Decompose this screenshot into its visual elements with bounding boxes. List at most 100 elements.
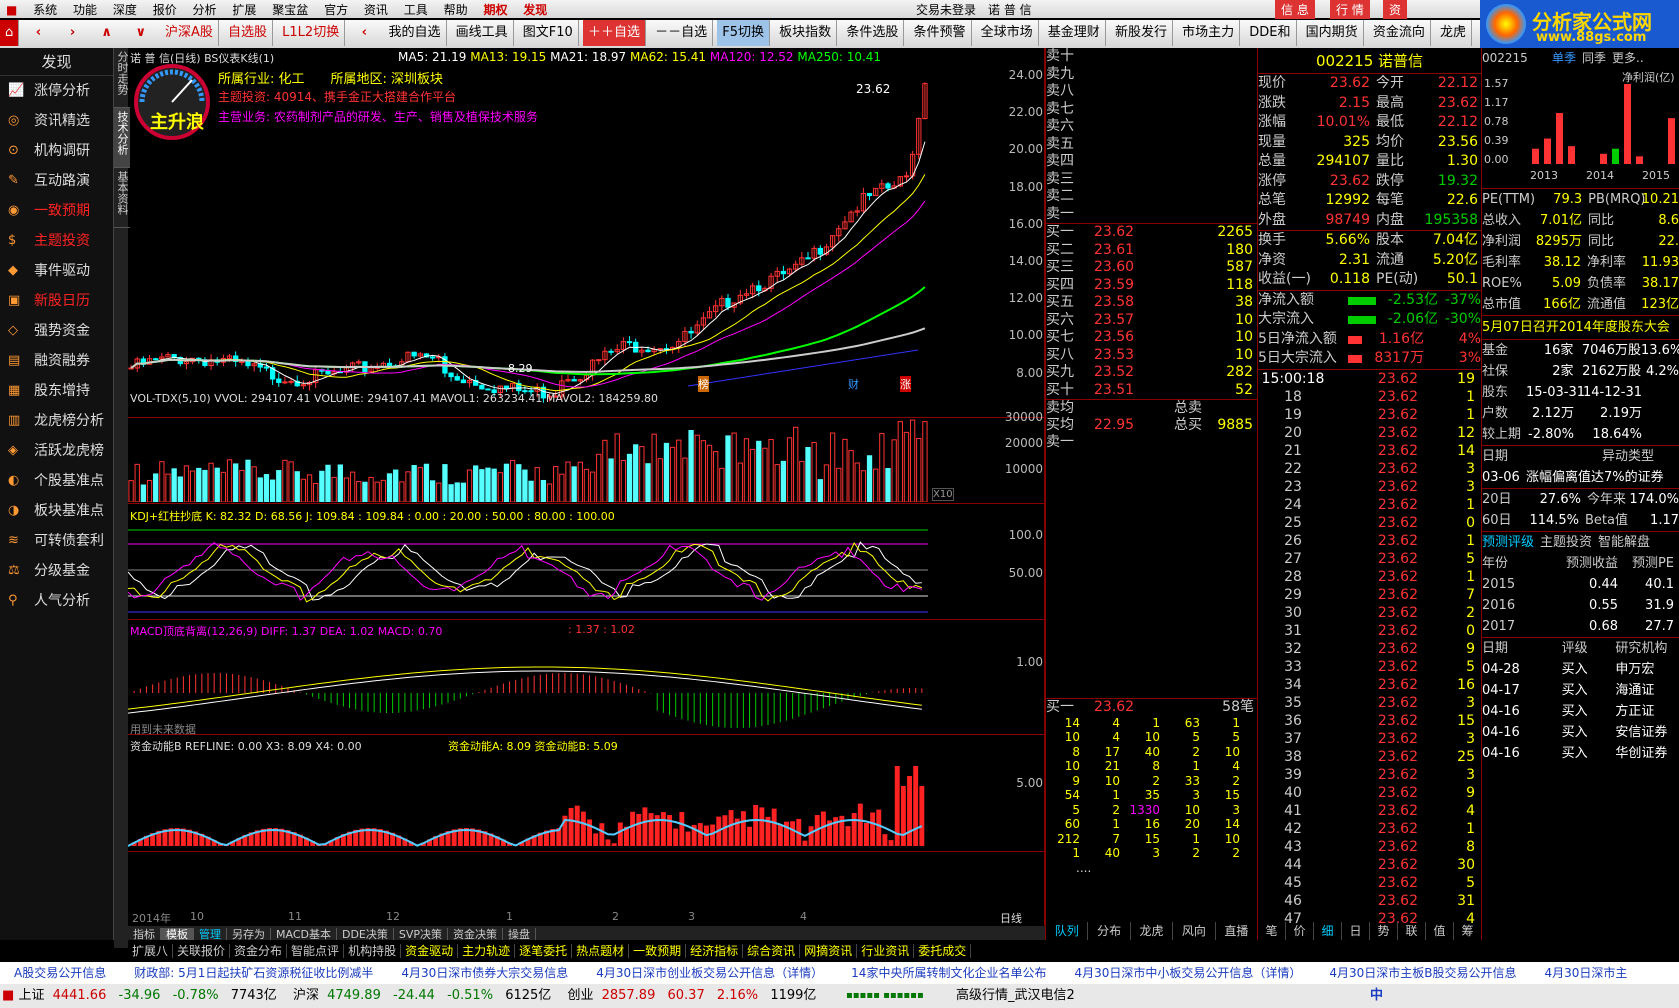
menu-analysis[interactable]: 分析 xyxy=(187,0,223,19)
buy-level-row[interactable]: 买八 23.53 10 xyxy=(1046,347,1257,365)
extension-tab[interactable]: 逐笔委托 xyxy=(515,944,573,958)
sidebar-item[interactable]: ◈ 活跃龙虎榜 xyxy=(0,436,113,466)
quote-tab[interactable]: 筹 xyxy=(1454,922,1482,940)
orderbook-tab[interactable]: 分布 xyxy=(1088,922,1131,940)
sidebar-item[interactable]: ◉ 一致预期 xyxy=(0,196,113,226)
menu-official[interactable]: 官方 xyxy=(318,0,354,19)
f10-tab[interactable]: 智能解盘 xyxy=(1598,532,1650,553)
indicator-tab[interactable]: 指标 xyxy=(128,928,161,940)
quote-tab[interactable]: 势 xyxy=(1370,922,1398,940)
buy-level-row[interactable]: 买九 23.52 282 xyxy=(1046,364,1257,382)
sidebar-item[interactable]: ◆ 事件驱动 xyxy=(0,256,113,286)
quote-tab[interactable]: 细 xyxy=(1314,922,1342,940)
tb-hs-a[interactable]: 沪深A股 xyxy=(160,20,219,46)
sidebar-item[interactable]: ▤ 融资融券 xyxy=(0,346,113,376)
tb-block[interactable]: 板块指数 xyxy=(774,20,838,46)
tb-flow[interactable]: 资金流向 xyxy=(1368,20,1431,46)
extension-tab[interactable]: 行业资讯 xyxy=(857,944,915,958)
indicator-tab[interactable]: 操盘 xyxy=(503,928,537,940)
sidebar-item[interactable]: ◑ 板块基准点 xyxy=(0,496,113,526)
cy-index-name[interactable]: 创业 xyxy=(567,988,593,1003)
sidebar-item[interactable]: ▣ 新股日历 xyxy=(0,286,113,316)
buy-level-row[interactable]: 买十 23.51 52 xyxy=(1046,382,1257,400)
f10-tab[interactable]: 预测评级 xyxy=(1482,532,1534,553)
tb-myself[interactable]: 我的自选 xyxy=(383,20,447,46)
tb-self[interactable]: 自选股 xyxy=(223,20,274,46)
buy-level-row[interactable]: 买五 23.58 38 xyxy=(1046,294,1257,312)
menu-discover[interactable]: 发现 xyxy=(517,0,553,19)
tb-global[interactable]: 全球市场 xyxy=(976,20,1039,46)
event-row[interactable]: 03-06 涨幅偏离值达7%的证券 xyxy=(1482,467,1679,488)
tb-dde[interactable]: DDE和 xyxy=(1244,20,1297,46)
quote-tab[interactable]: 日 xyxy=(1342,922,1370,940)
home-icon[interactable]: ⌂ xyxy=(0,20,20,46)
macd-canvas[interactable] xyxy=(128,637,928,733)
indicator-tab[interactable]: 模板 xyxy=(161,928,194,940)
indicator-tab[interactable]: 资金决策 xyxy=(448,928,504,940)
market-button[interactable]: 行 情 xyxy=(1330,0,1370,19)
news-item[interactable]: 财政部: 5月1日起扶矿石资源税征收比例减半 xyxy=(134,966,373,980)
sidebar-item[interactable]: ⚲ 人气分析 xyxy=(0,586,113,616)
left-icon[interactable]: ‹ xyxy=(349,25,379,40)
quote-tab[interactable]: 联 xyxy=(1398,922,1426,940)
orderbook-tab[interactable]: 队列 xyxy=(1046,922,1089,940)
orderbook-tab[interactable]: 风向 xyxy=(1173,922,1216,940)
indicator-tab[interactable]: 另存为 xyxy=(227,928,271,940)
tb-add-self[interactable]: ＋＋自选 xyxy=(582,20,646,46)
kline-pane[interactable]: 诺 普 信(日线) BS仪表K线(1) MA5: 21.19 MA13: 19.… xyxy=(128,48,1045,418)
fund-canvas[interactable] xyxy=(128,752,928,850)
rating-row[interactable]: 04-17 买入 海通证 xyxy=(1482,680,1679,701)
tb-ipo[interactable]: 新股发行 xyxy=(1110,20,1173,46)
down-icon[interactable]: ∨ xyxy=(126,25,156,40)
menu-system[interactable]: 系统 xyxy=(27,0,63,19)
tb-fund[interactable]: 基金理财 xyxy=(1043,20,1106,46)
f10-link-quarter[interactable]: 单季 xyxy=(1552,48,1576,69)
rating-row[interactable]: 04-16 买入 华创证券 xyxy=(1482,743,1679,764)
period-label[interactable]: 日线 xyxy=(1000,910,1022,926)
menu-tools[interactable]: 工具 xyxy=(398,0,434,19)
indicator-tab[interactable]: DDE决策 xyxy=(336,928,394,940)
kdj-canvas[interactable] xyxy=(128,522,928,618)
macd-pane[interactable]: MACD顶底背离(12,26,9) DIFF: 1.37 DEA: 1.02 M… xyxy=(128,621,1045,736)
news-item[interactable]: 4月30日深市创业板交易公开信息（详情） xyxy=(596,966,823,980)
forward-icon[interactable]: › xyxy=(58,25,88,40)
tb-futures[interactable]: 国内期货 xyxy=(1301,20,1364,46)
tb-l1l2[interactable]: L1L2切换 xyxy=(277,20,346,46)
hs-index-name[interactable]: 沪深 xyxy=(293,988,319,1003)
sidebar-item[interactable]: ▦ 股东增持 xyxy=(0,376,113,406)
indicator-tab[interactable]: MACD基本 xyxy=(271,928,337,940)
tb-alert[interactable]: 条件预警 xyxy=(908,20,972,46)
kdj-pane[interactable]: KDJ+红柱抄底 K: 82.32 D: 68.56 J: 109.84 : 1… xyxy=(128,506,1045,620)
extension-tab[interactable]: 主力轨迹 xyxy=(458,944,516,958)
f10-link-more[interactable]: 更多.. xyxy=(1612,48,1644,69)
extension-tab[interactable]: 扩展八 xyxy=(128,944,174,958)
ime-indicator[interactable]: 中 xyxy=(1370,984,1383,1008)
rating-row[interactable]: 04-28 买入 申万宏 xyxy=(1482,659,1679,680)
quote-tab[interactable]: 值 xyxy=(1426,922,1454,940)
info-button[interactable]: 信 息 xyxy=(1275,0,1315,19)
buy-level-row[interactable]: 买二 23.61 180 xyxy=(1046,242,1257,260)
sidebar-item[interactable]: ✎ 互动路演 xyxy=(0,166,113,196)
extension-tab[interactable]: 委托成交 xyxy=(914,944,972,958)
menu-jubaopen[interactable]: 聚宝盆 xyxy=(266,0,314,19)
kline-canvas[interactable] xyxy=(128,66,988,406)
news-item[interactable]: 4月30日深市债券大宗交易信息 xyxy=(401,966,568,980)
tb-remove-self[interactable]: －－自选 xyxy=(650,20,714,46)
buy-level-row[interactable]: 买七 23.56 10 xyxy=(1046,329,1257,347)
menu-function[interactable]: 功能 xyxy=(67,0,103,19)
shareholder-notice[interactable]: 5月07日召开2014年度股东大会 xyxy=(1482,316,1679,340)
extension-tab[interactable]: 热点题材 xyxy=(572,944,630,958)
rating-row[interactable]: 04-16 买入 安信证券 xyxy=(1482,722,1679,743)
indicator-tab[interactable]: 管理 xyxy=(194,928,227,940)
back-icon[interactable]: ‹ xyxy=(23,25,53,40)
tb-f5[interactable]: F5切换 xyxy=(717,20,771,46)
extension-tab[interactable]: 网摘资讯 xyxy=(800,944,858,958)
menu-news[interactable]: 资讯 xyxy=(358,0,394,19)
volume-pane[interactable]: VOL-TDX(5,10) VVOL: 294107.41 VOLUME: 29… xyxy=(128,390,1045,504)
queue-more[interactable]: .... xyxy=(1046,861,1258,875)
f10-link-same[interactable]: 同季 xyxy=(1582,48,1606,69)
extension-tab[interactable]: 资金分布 xyxy=(230,944,288,958)
tb-main[interactable]: 市场主力 xyxy=(1177,20,1241,46)
tb-lhb[interactable]: 龙虎 xyxy=(1435,20,1472,46)
extension-tab[interactable]: 智能点评 xyxy=(287,944,345,958)
